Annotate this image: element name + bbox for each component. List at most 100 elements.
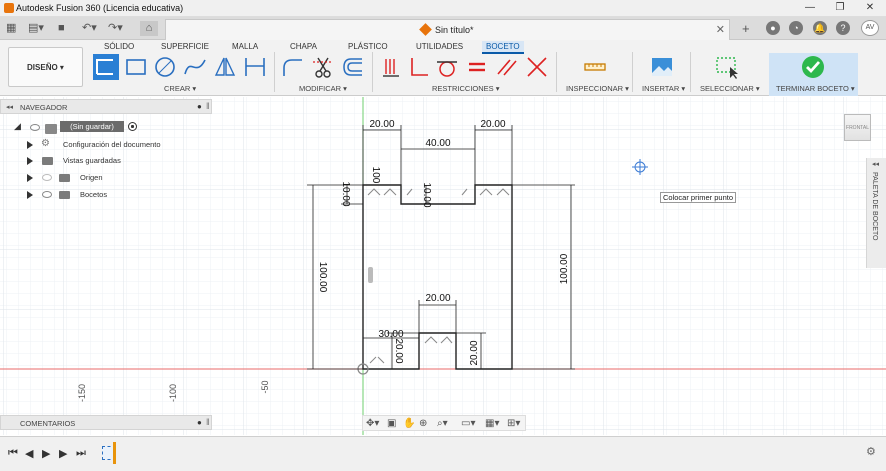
circle-tool-icon[interactable] <box>152 54 178 80</box>
timeline-marker[interactable] <box>113 442 116 464</box>
panel-handle-icon[interactable]: ‖ <box>206 101 210 111</box>
collinear-constraint-icon[interactable] <box>524 54 550 80</box>
dimension-top-middle: 40.00 <box>425 138 450 149</box>
sketch-outline[interactable] <box>362 184 513 370</box>
panel-handle-icon[interactable]: ‖ <box>206 417 210 427</box>
offset-tool-icon[interactable] <box>340 54 366 80</box>
expand-icon[interactable]: ◢ <box>14 121 21 132</box>
tab-sheet-metal[interactable]: CHAPA <box>286 41 321 52</box>
measure-tool-icon[interactable] <box>582 54 608 80</box>
expand-arrow-icon[interactable] <box>27 141 33 149</box>
select-group-label[interactable]: SELECCIONAR ▾ <box>700 84 760 93</box>
timeline-settings-gear-icon[interactable]: ⚙ <box>866 445 876 458</box>
step-forward-icon[interactable]: ▶ <box>59 447 67 460</box>
ribbon-divider <box>632 52 633 92</box>
folder-icon <box>59 174 70 182</box>
crosshair-cursor-icon <box>632 159 648 175</box>
navigator-item-doc-settings[interactable]: ⚙ Configuración del documento <box>27 138 212 152</box>
horizontal-vertical-constraint-icon[interactable] <box>378 54 404 80</box>
tab-mesh[interactable]: MALLA <box>228 41 262 52</box>
inspect-group-label[interactable]: INSPECCIONAR ▾ <box>566 84 629 93</box>
modify-group-label[interactable]: MODIFICAR ▾ <box>299 84 347 93</box>
go-to-start-icon[interactable]: ⏮ <box>8 447 18 460</box>
job-status-icon[interactable]: ◔ <box>789 21 803 35</box>
expand-arrow-icon[interactable] <box>27 191 33 199</box>
fillet-tool-icon[interactable] <box>280 54 306 80</box>
grid-menu-icon[interactable]: ▦ <box>6 21 16 36</box>
dimension-bottom-right-height: 20.00 <box>469 340 480 365</box>
minimize-button[interactable]: — <box>796 1 824 15</box>
document-tab[interactable]: Sin título* ✕ <box>165 19 730 40</box>
go-to-end-icon[interactable]: ⏭ <box>76 447 86 460</box>
tab-sketch[interactable]: BOCETO <box>482 41 524 54</box>
user-avatar[interactable]: AV <box>861 20 879 36</box>
line-tool-icon[interactable] <box>93 54 119 80</box>
close-window-button[interactable]: ✕ <box>856 1 884 15</box>
quick-access-bar: ▦ ▤▾ ■ ↶▾ ↷▾ ⌂ Sin título* ✕ + <box>0 17 886 40</box>
perpendicular-constraint-icon[interactable] <box>406 54 432 80</box>
collapse-icon[interactable]: ◂◂ <box>6 103 13 111</box>
notifications-icon[interactable]: 🔔 <box>813 21 827 35</box>
mirror-tool-icon[interactable] <box>212 54 238 80</box>
workspace-selector[interactable]: DISEÑO ▾ <box>8 47 83 87</box>
comments-panel[interactable]: COMENTARIOS ● ‖ <box>0 415 212 430</box>
insert-image-icon[interactable] <box>649 54 675 80</box>
undo-icon[interactable]: ↶▾ <box>82 21 97 36</box>
expand-arrow-icon[interactable] <box>27 157 33 165</box>
expand-palette-icon[interactable]: ◂◂ <box>872 160 879 168</box>
help-icon[interactable]: ? <box>836 21 850 35</box>
display-settings-icon[interactable]: ▭▾ <box>461 418 475 429</box>
redo-icon[interactable]: ↷▾ <box>108 21 123 36</box>
hidden-eye-icon[interactable] <box>42 174 52 181</box>
pan-icon[interactable]: ✋ <box>403 418 415 429</box>
visibility-eye-icon[interactable] <box>30 124 40 131</box>
insert-group-label[interactable]: INSERTAR ▾ <box>642 84 685 93</box>
navigator-item-sketches[interactable]: Bocetos <box>27 188 212 202</box>
step-back-icon[interactable]: ◀ <box>25 447 33 460</box>
tab-plastic[interactable]: PLÁSTICO <box>344 41 392 52</box>
navigator-item-named-views[interactable]: Vistas guardadas <box>27 154 212 168</box>
zoom-icon[interactable]: ⊕ <box>419 418 427 429</box>
fit-icon[interactable]: ⌕▾ <box>437 418 448 429</box>
select-window-icon[interactable] <box>714 54 740 80</box>
folder-icon <box>59 191 70 199</box>
sketch-palette-tab[interactable]: ◂◂ PALETA DE BOCETO <box>866 158 886 268</box>
navigator-header[interactable]: ◂◂ NAVEGADOR ● ‖ <box>0 99 212 114</box>
gear-icon: ⚙ <box>41 138 50 149</box>
spline-tool-icon[interactable] <box>182 54 208 80</box>
activate-radio-icon[interactable] <box>128 122 137 131</box>
navigator-item-origin[interactable]: Origen <box>27 171 212 185</box>
tab-utilities[interactable]: UTILIDADES <box>412 41 467 52</box>
extensions-icon[interactable]: ● <box>766 21 780 35</box>
view-cube[interactable]: FRONTAL <box>844 114 871 141</box>
tab-surface[interactable]: SUPERFICIE <box>157 41 213 52</box>
expand-arrow-icon[interactable] <box>27 174 33 182</box>
equal-constraint-icon[interactable] <box>464 54 490 80</box>
add-comment-icon[interactable]: ● <box>197 418 202 427</box>
viewports-icon[interactable]: ⊞▾ <box>507 418 520 429</box>
rectangle-tool-icon[interactable] <box>123 54 149 80</box>
play-icon[interactable]: ▶ <box>42 447 50 460</box>
trim-tool-icon[interactable] <box>310 54 336 80</box>
dimension-top-right: 20.00 <box>480 119 505 130</box>
root-component-label[interactable]: (Sin guardar) <box>60 121 124 132</box>
dimension-left-height: 100.00 <box>317 262 328 293</box>
create-group-label[interactable]: CREAR ▾ <box>164 84 196 93</box>
constraints-group-label[interactable]: RESTRICCIONES ▾ <box>432 84 500 93</box>
new-tab-icon[interactable]: + <box>742 21 750 36</box>
close-tab-button[interactable]: ✕ <box>716 23 725 36</box>
orbit-icon[interactable]: ✥▾ <box>366 418 379 429</box>
visibility-eye-icon[interactable] <box>42 191 52 198</box>
dimension-tool-icon[interactable] <box>242 54 268 80</box>
save-icon[interactable]: ■ <box>58 21 65 36</box>
pin-icon[interactable]: ● <box>197 102 202 111</box>
maximize-button[interactable]: ❐ <box>826 1 854 15</box>
parallel-constraint-icon[interactable] <box>494 54 520 80</box>
grid-settings-icon[interactable]: ▦▾ <box>485 418 499 429</box>
look-at-icon[interactable]: ▣ <box>387 418 396 429</box>
home-icon[interactable]: ⌂ <box>140 21 158 36</box>
tangent-constraint-icon[interactable] <box>434 54 460 80</box>
tab-solid[interactable]: SÓLIDO <box>100 41 138 52</box>
file-menu-icon[interactable]: ▤▾ <box>28 21 44 36</box>
component-icon <box>45 124 57 134</box>
